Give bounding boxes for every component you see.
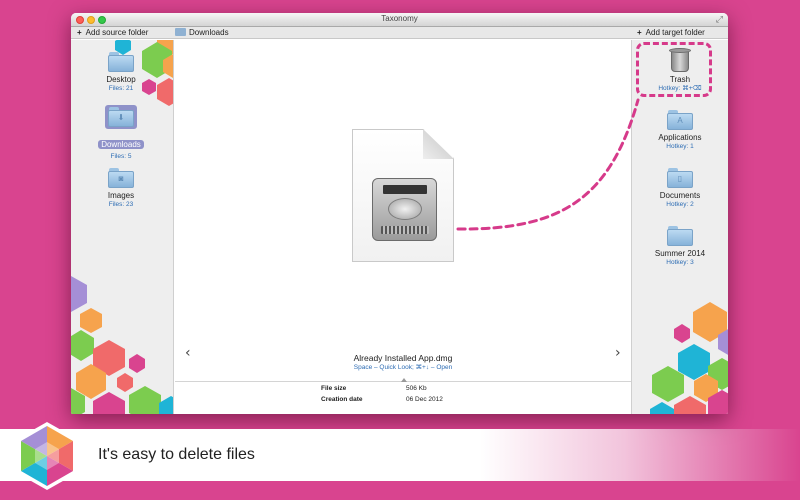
trash-drop-highlight (636, 42, 712, 97)
taxonomy-logo (17, 422, 77, 490)
caption-text: It's easy to delete files (98, 446, 255, 463)
